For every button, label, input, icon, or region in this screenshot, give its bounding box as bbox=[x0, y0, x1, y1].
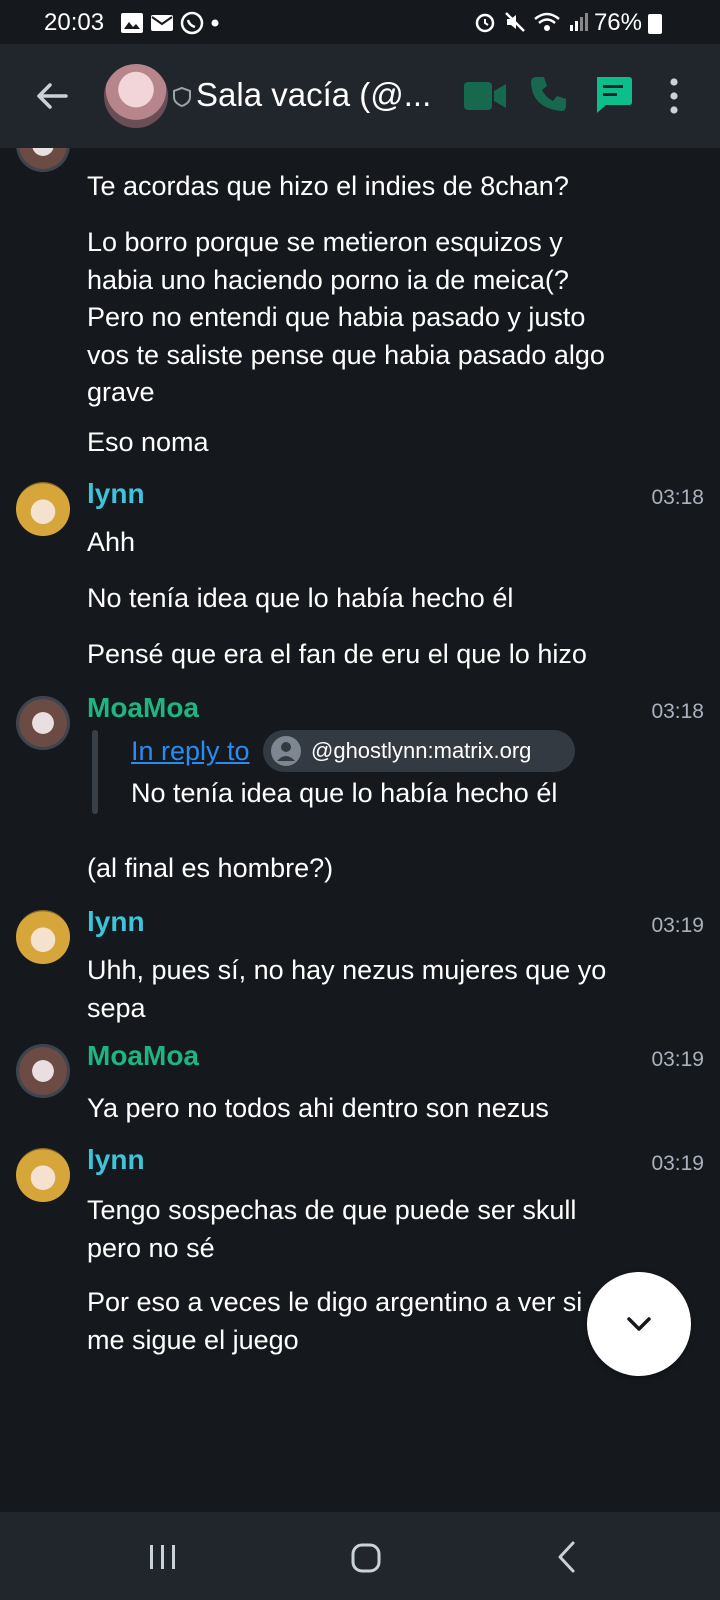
message-timestamp: 03:19 bbox=[651, 1152, 704, 1175]
sender-name[interactable]: lynn bbox=[87, 1144, 145, 1176]
message-text: Uhh, pues sí, no hay nezus mujeres que y… bbox=[87, 955, 607, 1023]
more-vert-icon[interactable] bbox=[664, 74, 684, 118]
room-header: Sala vacía (@... bbox=[0, 44, 720, 148]
voice-call-icon[interactable] bbox=[528, 74, 568, 114]
message-timestamp: 03:19 bbox=[651, 1048, 704, 1071]
message-text: Pensé que era el fan de eru el que lo hi… bbox=[87, 639, 587, 669]
message-text: (al final es hombre?) bbox=[87, 853, 334, 883]
reply-quote-bar bbox=[92, 730, 98, 814]
status-time: 20:03 bbox=[44, 9, 105, 36]
whatsapp-icon bbox=[180, 11, 204, 35]
status-bar: 20:03 76% bbox=[0, 0, 720, 44]
avatar[interactable] bbox=[16, 148, 70, 172]
sender-name[interactable]: lynn bbox=[87, 478, 145, 510]
avatar[interactable] bbox=[16, 910, 70, 964]
system-nav-bar bbox=[0, 1512, 720, 1600]
dot-icon bbox=[211, 19, 219, 27]
mute-icon bbox=[505, 12, 525, 32]
message-text: Ahh bbox=[87, 527, 136, 557]
message-text: Por eso a veces le digo argentino a ver … bbox=[87, 1287, 583, 1355]
user-avatar-icon bbox=[271, 736, 301, 766]
message-text: Eso noma bbox=[87, 427, 209, 457]
notification-icons bbox=[120, 11, 220, 35]
back-arrow-icon[interactable] bbox=[30, 74, 74, 118]
room-avatar[interactable] bbox=[104, 64, 168, 128]
message-timestamp: 03:18 bbox=[651, 700, 704, 723]
battery-percentage: 76% bbox=[593, 9, 642, 36]
signal-icon bbox=[570, 13, 588, 31]
message-text: Ya pero no todos ahi dentro son nezus bbox=[87, 1093, 549, 1123]
threads-icon[interactable] bbox=[592, 74, 634, 116]
message-text: Te acordas que hizo el indies de 8chan? bbox=[87, 171, 569, 201]
alarm-icon bbox=[475, 13, 495, 33]
avatar[interactable] bbox=[16, 482, 70, 536]
video-call-icon[interactable] bbox=[462, 78, 508, 114]
sender-name[interactable]: MoaMoa bbox=[87, 1040, 199, 1072]
room-title[interactable]: Sala vacía (@... bbox=[196, 76, 434, 114]
gallery-icon bbox=[121, 13, 143, 33]
chevron-down-icon bbox=[627, 1317, 651, 1331]
sender-name[interactable]: lynn bbox=[87, 906, 145, 938]
avatar[interactable] bbox=[16, 1044, 70, 1098]
message-timestamp: 03:19 bbox=[651, 914, 704, 937]
avatar[interactable] bbox=[16, 1148, 70, 1202]
message-text: No tenía idea que lo había hecho él bbox=[87, 583, 514, 613]
shield-icon bbox=[173, 86, 191, 108]
user-pill[interactable]: @ghostlynn:matrix.org bbox=[263, 730, 575, 772]
nav-home-icon[interactable] bbox=[350, 1542, 382, 1574]
mail-icon bbox=[151, 15, 173, 31]
nav-back-icon[interactable] bbox=[556, 1540, 576, 1574]
avatar[interactable] bbox=[16, 696, 70, 750]
jump-to-bottom-button[interactable] bbox=[587, 1272, 691, 1376]
user-pill-label: @ghostlynn:matrix.org bbox=[311, 738, 532, 763]
battery-icon bbox=[648, 14, 662, 34]
message-timestamp: 03:18 bbox=[651, 486, 704, 509]
in-reply-to-link[interactable]: In reply to bbox=[131, 736, 250, 767]
nav-recents-icon[interactable] bbox=[148, 1542, 178, 1572]
message-text: Lo borro porque se metieron esquizos y h… bbox=[87, 227, 605, 407]
reply-quote-text: No tenía idea que lo había hecho él bbox=[131, 778, 558, 808]
wifi-icon bbox=[534, 12, 560, 31]
message-text: Tengo sospechas de que puede ser skull p… bbox=[87, 1195, 577, 1263]
sender-name[interactable]: MoaMoa bbox=[87, 692, 199, 724]
system-icons bbox=[474, 11, 588, 33]
